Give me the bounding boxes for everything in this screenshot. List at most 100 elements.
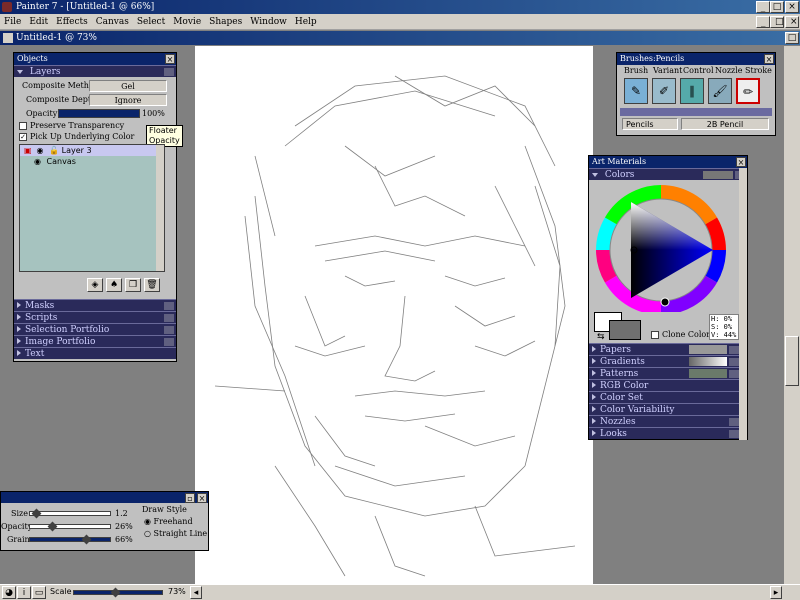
- menu-edit[interactable]: Edit: [25, 14, 52, 29]
- papers-menu-icon[interactable]: [729, 346, 739, 354]
- layer-visibility-icon[interactable]: ▣: [24, 145, 34, 156]
- menu-file[interactable]: File: [0, 14, 25, 29]
- doc-minimize-button[interactable]: _: [756, 16, 770, 28]
- tab-nozzle[interactable]: Nozzle: [715, 65, 743, 76]
- expand-arrow-icon: [17, 314, 21, 320]
- eye-icon[interactable]: ◉: [34, 156, 44, 167]
- selection-portfolio-menu-icon[interactable]: [164, 326, 174, 334]
- scripts-section-header[interactable]: Scripts: [14, 311, 176, 323]
- menu-shapes[interactable]: Shapes: [205, 14, 246, 29]
- doc-window-control-button[interactable]: □: [785, 32, 799, 44]
- layers-section-header[interactable]: Layers: [14, 65, 176, 77]
- canvas-vertical-scrollbar[interactable]: [784, 46, 800, 584]
- art-materials-sections: Papers Gradients Patterns RGB Color Colo…: [589, 343, 741, 439]
- tab-brush[interactable]: Brush: [624, 65, 648, 76]
- papers-section-header[interactable]: Papers: [589, 343, 741, 355]
- scroll-right-icon[interactable]: ▸: [770, 586, 782, 599]
- clone-color-option[interactable]: Clone Color: [651, 330, 710, 339]
- masks-menu-icon[interactable]: [164, 302, 174, 310]
- close-button[interactable]: ×: [785, 1, 799, 13]
- document-icon[interactable]: [3, 33, 13, 43]
- brush-category-select[interactable]: Pencils: [622, 118, 678, 130]
- doc-close-button[interactable]: ×: [785, 16, 799, 28]
- nozzles-section-header[interactable]: Nozzles: [589, 415, 741, 427]
- opacity-slider[interactable]: [29, 524, 111, 529]
- pick-up-color-checkbox[interactable]: ✓: [19, 133, 27, 141]
- painter-app-icon[interactable]: [2, 2, 12, 12]
- controls-palette-title: ▫ ×: [1, 492, 208, 503]
- new-layer-icon[interactable]: ❒: [125, 278, 141, 292]
- composite-method-select[interactable]: Gel: [89, 80, 167, 92]
- menu-select[interactable]: Select: [133, 14, 169, 29]
- scroll-left-icon[interactable]: ◂: [190, 586, 202, 599]
- art-materials-close-icon[interactable]: ×: [736, 157, 746, 167]
- gradients-menu-icon[interactable]: [729, 358, 739, 366]
- patterns-section-header[interactable]: Patterns: [589, 367, 741, 379]
- scrollbar-thumb[interactable]: [785, 336, 799, 386]
- colors-section-header[interactable]: Colors: [589, 168, 747, 180]
- maximize-button[interactable]: □: [770, 1, 784, 13]
- color-set-section-header[interactable]: Color Set: [589, 391, 741, 403]
- looks-menu-icon[interactable]: [729, 430, 739, 438]
- layer-row-layer-3[interactable]: ▣ ◉ 🔓 Layer 3: [20, 145, 164, 156]
- layer-commands-icon[interactable]: ◈: [87, 278, 103, 292]
- brush-strip-expander[interactable]: [620, 108, 772, 116]
- eye-icon[interactable]: ◉: [37, 145, 47, 156]
- drawing-canvas[interactable]: [195, 46, 593, 584]
- menu-effects[interactable]: Effects: [52, 14, 92, 29]
- opacity-label: Opacity: [1, 522, 33, 531]
- brush-chalk-icon[interactable]: ✐: [652, 78, 676, 104]
- freehand-option[interactable]: ◉ Freehand: [144, 517, 193, 526]
- lock-icon[interactable]: 🔓: [49, 145, 59, 156]
- image-portfolio-section-header[interactable]: Image Portfolio: [14, 335, 176, 347]
- scripts-menu-icon[interactable]: [164, 314, 174, 322]
- nozzles-menu-icon[interactable]: [729, 418, 739, 426]
- menu-movie[interactable]: Movie: [169, 14, 205, 29]
- rgb-color-section-header[interactable]: RGB Color: [589, 379, 741, 391]
- info-icon[interactable]: i: [17, 586, 31, 599]
- layers-scrollbar[interactable]: [156, 145, 164, 271]
- objects-close-icon[interactable]: ×: [165, 54, 175, 64]
- text-section-header[interactable]: Text: [14, 347, 176, 359]
- image-portfolio-menu-icon[interactable]: [164, 338, 174, 346]
- tracing-paper-icon[interactable]: ◕: [2, 586, 16, 599]
- opacity-row: Opacity 100%: [14, 107, 176, 121]
- hue-ring-and-triangle[interactable]: [593, 182, 743, 312]
- tab-control[interactable]: Control: [683, 65, 714, 76]
- controls-close-icon[interactable]: ×: [197, 493, 207, 503]
- menu-help[interactable]: Help: [291, 14, 321, 29]
- brush-pencil-icon[interactable]: ✏: [736, 78, 760, 104]
- tab-stroke[interactable]: Stroke: [745, 65, 772, 76]
- trash-icon[interactable]: 🗑: [144, 278, 160, 292]
- grid-icon[interactable]: ▭: [32, 586, 46, 599]
- menu-canvas[interactable]: Canvas: [92, 14, 133, 29]
- brushes-close-icon[interactable]: ×: [764, 54, 774, 64]
- layers-menu-icon[interactable]: [164, 68, 174, 76]
- layer-row-canvas[interactable]: ◉ Canvas: [20, 156, 164, 167]
- clone-color-checkbox[interactable]: [651, 331, 659, 339]
- brush-eraser-icon[interactable]: ✎: [624, 78, 648, 104]
- preserve-transparency-checkbox[interactable]: [19, 122, 27, 130]
- selection-portfolio-section-header[interactable]: Selection Portfolio: [14, 323, 176, 335]
- brush-variant-select[interactable]: 2B Pencil: [681, 118, 769, 130]
- controls-pin-icon[interactable]: ▫: [185, 493, 195, 503]
- straight-line-option[interactable]: ○ Straight Line: [144, 529, 207, 538]
- gradients-section-header[interactable]: Gradients: [589, 355, 741, 367]
- looks-section-header[interactable]: Looks: [589, 427, 741, 439]
- composite-depth-select[interactable]: Ignore: [89, 94, 167, 106]
- menu-window[interactable]: Window: [246, 14, 291, 29]
- masks-section-header[interactable]: Masks: [14, 299, 176, 311]
- brush-crayon-icon[interactable]: ∥: [680, 78, 704, 104]
- dynamic-plugin-icon[interactable]: ♠: [106, 278, 122, 292]
- art-materials-scrollbar[interactable]: [739, 168, 747, 440]
- tab-variant[interactable]: Variant: [653, 65, 682, 76]
- color-variability-section-header[interactable]: Color Variability: [589, 403, 741, 415]
- secondary-color-swatch[interactable]: [609, 320, 641, 340]
- opacity-slider[interactable]: [58, 109, 140, 118]
- grain-slider[interactable]: [29, 537, 111, 542]
- minimize-button[interactable]: _: [756, 1, 770, 13]
- swap-colors-icon[interactable]: ⇆: [597, 332, 605, 342]
- brush-oil-icon[interactable]: 🖌: [708, 78, 732, 104]
- patterns-menu-icon[interactable]: [729, 370, 739, 378]
- doc-restore-button[interactable]: □: [770, 16, 784, 28]
